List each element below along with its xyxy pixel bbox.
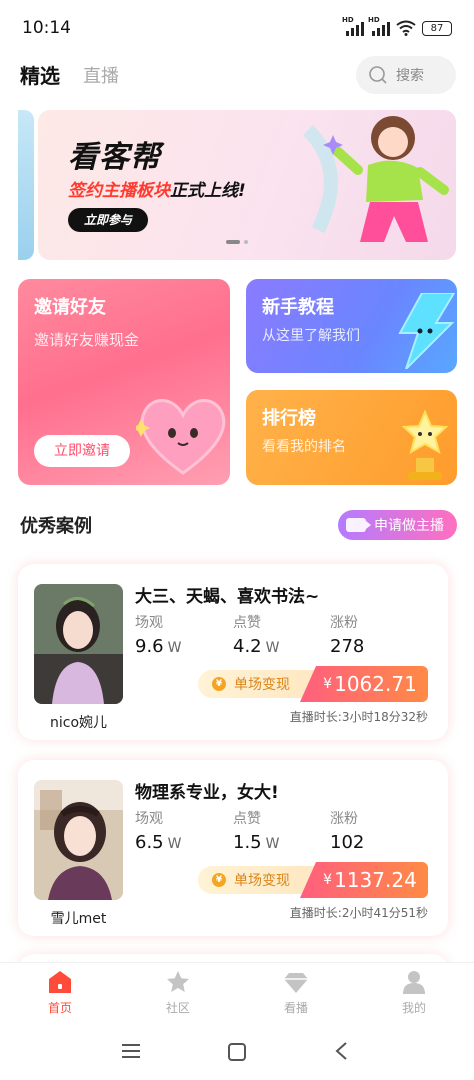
stat-followers: 涨粉 102 (330, 811, 365, 853)
nav-label-home: 首页 (47, 1001, 72, 1015)
host-name: 雪儿met (50, 911, 107, 927)
guide-card-desc: 从这里了解我们 (262, 328, 360, 344)
earnings-label: 单场变现 (234, 873, 290, 889)
signal-icon-2: HD (368, 16, 390, 36)
invite-card-title: 邀请好友 (34, 297, 106, 318)
tab-featured[interactable]: 精选 (20, 60, 60, 89)
case-title: 大三、天蝎、喜欢书法~ (135, 587, 320, 607)
coin-icon: ¥ (212, 873, 226, 887)
search-input[interactable]: 搜索 (356, 56, 456, 94)
banner-illustration (302, 116, 449, 242)
live-duration: 直播时长:3小时18分32秒 (289, 710, 428, 724)
leaderboard-card[interactable]: 排行榜 看看我的排名 (246, 390, 457, 485)
search-icon (369, 66, 387, 84)
invite-card-desc: 邀请好友赚现金 (34, 331, 140, 349)
guide-card-title: 新手教程 (262, 297, 334, 318)
banner-title: 看客帮 (68, 140, 161, 175)
excellent-cases-title: 优秀案例 (20, 516, 92, 537)
star-icon (167, 971, 189, 992)
bottom-nav: 首页 社区 看播 我的 (0, 962, 474, 1024)
heart-icon (136, 399, 226, 475)
wifi-icon (396, 20, 416, 36)
invite-now-button[interactable]: 立即邀请 (34, 435, 130, 467)
stat-likes: 点赞 4.2 W (233, 615, 280, 657)
nav-item-community[interactable]: 社区 (148, 969, 208, 1016)
invite-friends-card[interactable]: 邀请好友 邀请好友赚现金 立即邀请 (18, 279, 230, 485)
earnings-amount: ¥1062.71 (300, 666, 428, 702)
pagination-dot (244, 240, 248, 244)
earnings-amount: ¥1137.24 (300, 862, 428, 898)
host-name: nico婉儿 (49, 715, 108, 731)
stat-likes: 点赞 1.5 W (233, 811, 280, 853)
banner-prev-peek[interactable] (18, 110, 34, 260)
avatar (34, 780, 123, 900)
status-icons: HD HD 87 (342, 16, 452, 36)
nav-label-watch: 看播 (283, 1001, 308, 1015)
nav-item-home[interactable]: 首页 (30, 969, 90, 1016)
nav-label-community: 社区 (165, 1001, 190, 1015)
rank-card-desc: 看看我的排名 (262, 439, 346, 455)
case-card[interactable]: nico婉儿 大三、天蝎、喜欢书法~ 场观 9.6 W 点赞 4.2 W 涨粉 27… (18, 564, 448, 740)
stat-views: 场观 9.6 W (135, 615, 182, 657)
pagination-dot-active (226, 240, 240, 244)
user-icon (403, 971, 425, 994)
search-placeholder: 搜索 (396, 68, 424, 84)
banner-join-button[interactable]: 立即参与 (68, 208, 148, 232)
promo-banner[interactable]: 看客帮 签约主播板块正式上线! 立即参与 (38, 110, 456, 260)
system-nav-bar (0, 1024, 474, 1080)
nav-label-mine: 我的 (401, 1001, 426, 1015)
status-bar: 10:14 HD HD 87 (0, 0, 474, 58)
apply-host-button[interactable]: 申请做主播 (338, 510, 457, 540)
stat-followers: 涨粉 278 (330, 615, 365, 657)
battery-icon: 87 (422, 20, 452, 36)
beginner-guide-card[interactable]: 新手教程 从这里了解我们 (246, 279, 457, 373)
signal-icon: HD (342, 16, 364, 36)
case-card[interactable]: 雪儿met 物理系专业，女大! 场观 6.5 W 点赞 1.5 W 涨粉 102 ¥… (18, 760, 448, 936)
back-icon[interactable] (334, 1041, 348, 1061)
avatar (34, 584, 123, 704)
trophy-icon (401, 409, 449, 480)
nav-item-watch[interactable]: 看播 (266, 969, 326, 1016)
coin-icon: ¥ (212, 677, 226, 691)
apply-host-label: 申请做主播 (374, 518, 444, 534)
menu-icon[interactable] (121, 1042, 141, 1060)
earnings-label: 单场变现 (234, 677, 290, 693)
live-duration: 直播时长:2小时41分51秒 (289, 906, 428, 920)
home-icon (49, 971, 71, 993)
top-header: 精选 直播 搜索 (0, 56, 474, 96)
video-camera-icon (346, 518, 371, 532)
banner-subtitle: 签约主播板块正式上线! (68, 181, 246, 201)
rank-card-title: 排行榜 (262, 408, 316, 429)
lightning-icon (398, 293, 456, 369)
status-time: 10:14 (22, 18, 71, 38)
home-square-icon[interactable] (227, 1042, 247, 1062)
diamond-icon (284, 973, 308, 993)
tab-live[interactable]: 直播 (83, 62, 119, 88)
case-title: 物理系专业，女大! (135, 783, 279, 803)
banner-pagination (226, 240, 248, 244)
stat-views: 场观 6.5 W (135, 811, 182, 853)
nav-item-mine[interactable]: 我的 (384, 969, 444, 1016)
